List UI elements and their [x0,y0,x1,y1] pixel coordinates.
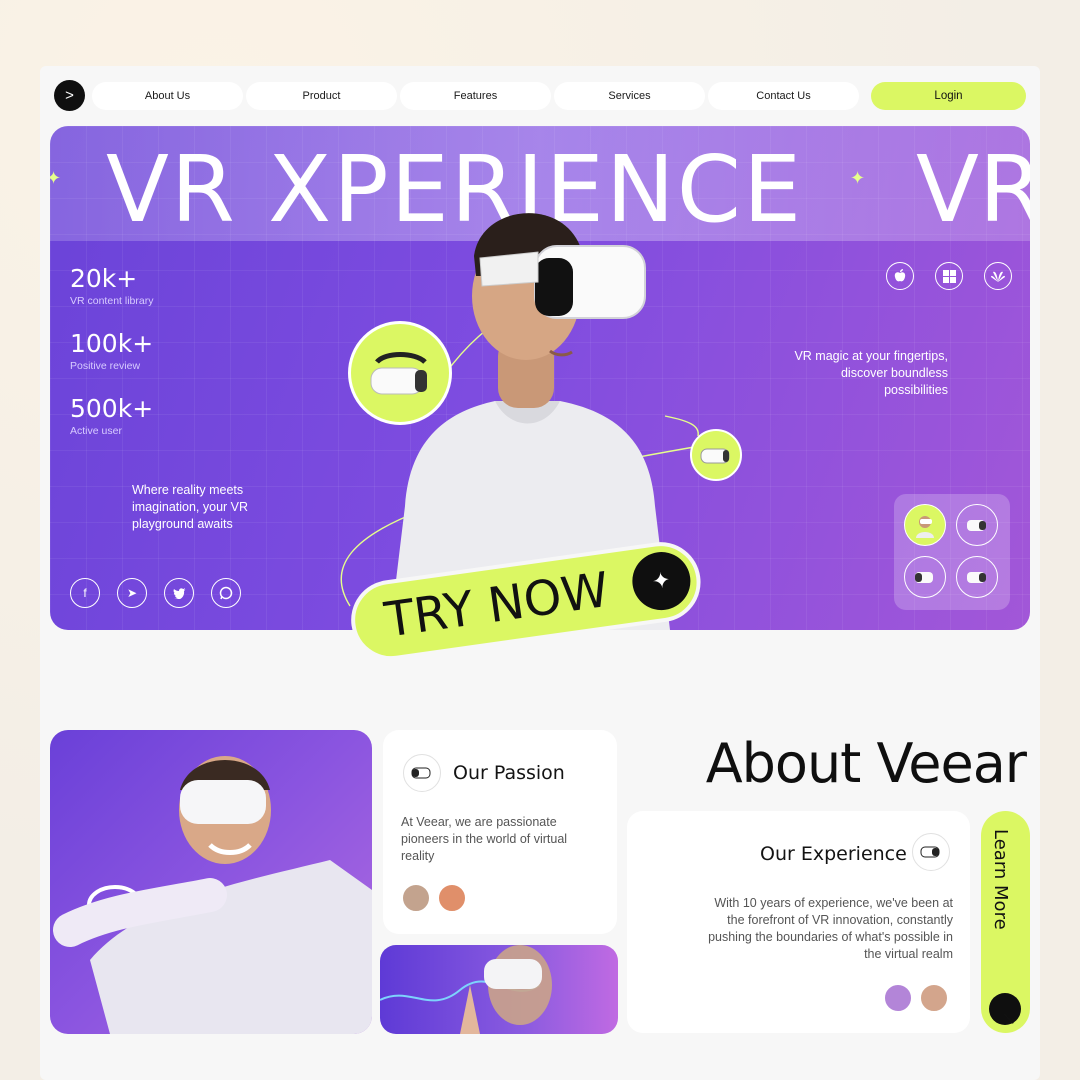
arrow-up-right-icon[interactable]: ↗ [989,993,1021,1027]
nav-about-us[interactable]: About Us [92,82,243,110]
vr-hand-photo [380,945,618,1034]
gallery-item-headset[interactable] [956,556,998,598]
avatar [919,983,949,1013]
experience-text: With 10 years of experience, we've been … [708,896,953,961]
apple-icon[interactable] [886,262,914,290]
avatar [437,883,467,913]
vr-player-illustration [53,756,372,1034]
nav-product[interactable]: Product [246,82,397,110]
logo-glyph: > [65,87,74,104]
hero-banner: VR XPERIENCE VR ✦ ✦ 20k+ VR content libr… [50,126,1030,630]
login-button[interactable]: Login [871,82,1026,110]
about-title: About Veear [705,732,1027,795]
vr-headset-icon [700,448,730,464]
headset-gallery [894,494,1010,610]
headset-thumbnail[interactable] [348,321,452,425]
passion-title: Our Passion [453,762,565,784]
vr-headset-icon [403,754,441,792]
windows-icon[interactable] [935,262,963,290]
facebook-icon[interactable]: f [70,578,100,608]
twitter-icon[interactable] [164,578,194,608]
nav-features[interactable]: Features [400,82,551,110]
sparkle-icon: ✦ [650,566,673,595]
nav-contact-us[interactable]: Contact Us [708,82,859,110]
vr-headset-icon [370,352,427,395]
logo-button[interactable]: > [54,80,85,111]
headset-thumbnail-small[interactable] [690,429,742,481]
experience-title: Our Experience [760,843,907,865]
vr-headset-icon [912,833,950,871]
learn-more-label: Learn More [990,829,1011,930]
gallery-item-headset[interactable] [956,504,998,546]
telegram-icon[interactable]: ➤ [117,578,147,608]
vr-hand-illustration [380,945,552,1034]
landing-page: > About Us Product Features Services Con… [40,66,1040,1080]
learn-more-button[interactable]: Learn More ↗ [981,811,1030,1033]
our-passion-card: Our Passion At Veear, we are passionate … [383,730,617,934]
avatar [401,883,431,913]
vr-player-photo [50,730,372,1034]
nav-services[interactable]: Services [554,82,705,110]
gallery-item-headset[interactable] [904,556,946,598]
avatar [883,983,913,1013]
top-nav: > About Us Product Features Services Con… [54,80,1026,112]
whatsapp-icon[interactable] [211,578,241,608]
huawei-icon[interactable] [984,262,1012,290]
passion-text: At Veear, we are passionate pioneers in … [401,815,568,863]
our-experience-card: Our Experience With 10 years of experien… [627,811,970,1033]
arrow-glyph: ↗ [998,1011,1019,1027]
gallery-item-person[interactable] [904,504,946,546]
